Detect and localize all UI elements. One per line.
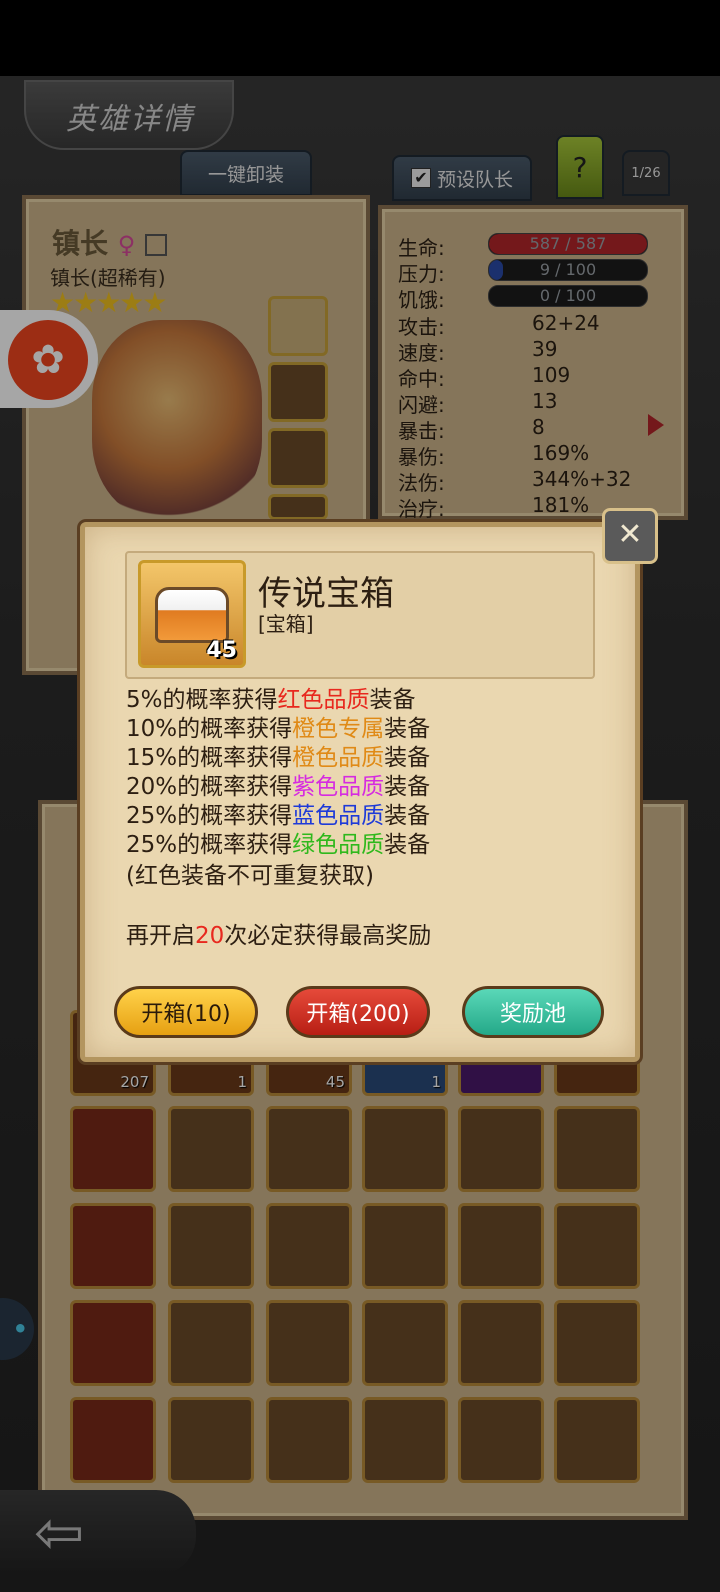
open-10-button[interactable]: 开箱(10) bbox=[114, 986, 258, 1038]
crossed-swords-icon: ✕ bbox=[617, 517, 643, 552]
rate-suffix: 装备 bbox=[384, 832, 431, 858]
item-type: [宝箱] bbox=[258, 612, 314, 636]
pity-suffix: 次必定获得最高奖励 bbox=[224, 923, 432, 949]
chest-item-icon: 45 bbox=[138, 560, 246, 668]
pity-count: 20 bbox=[195, 923, 225, 949]
drop-rate-line: 25%的概率获得绿色品质装备 bbox=[126, 825, 430, 859]
quality-name: 绿色品质 bbox=[292, 832, 385, 858]
rate-prefix: 25%的概率获得 bbox=[126, 832, 293, 858]
reward-pool-button[interactable]: 奖励池 bbox=[462, 986, 604, 1038]
note-text: (红色装备不可重复获取) bbox=[126, 863, 374, 889]
pity-prefix: 再开启 bbox=[126, 923, 195, 949]
item-quantity: 45 bbox=[206, 638, 237, 663]
treasure-chest-icon bbox=[155, 587, 229, 643]
close-button[interactable]: ✕ bbox=[602, 508, 658, 564]
pity-text: 再开启20次必定获得最高奖励 bbox=[126, 916, 431, 950]
open-200-button[interactable]: 开箱(200) bbox=[286, 986, 430, 1038]
